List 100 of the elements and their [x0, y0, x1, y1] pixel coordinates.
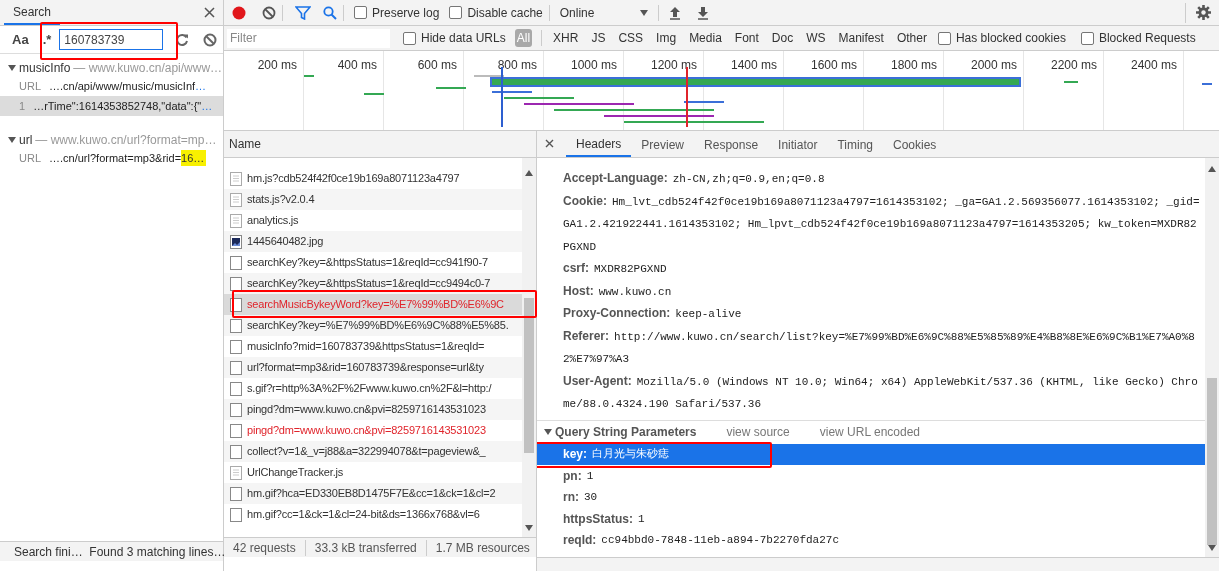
timeline-tick-label: 2200 ms — [1050, 57, 1097, 70]
query-param-row[interactable]: httpsStatus: 1 — [537, 508, 1205, 530]
preserve-log-checkbox[interactable] — [354, 6, 367, 19]
line-text: …rTime":1614353852748,"data":{" — [33, 98, 202, 114]
timeline-tick-label: 1400 ms — [730, 57, 777, 70]
document-icon — [230, 171, 242, 186]
clear-icon[interactable] — [203, 32, 218, 47]
scroll-down-icon[interactable] — [525, 525, 533, 531]
more-ellipsis[interactable]: … — [195, 77, 207, 95]
search-field[interactable]: 160783739 — [59, 29, 164, 50]
resource-type-filter[interactable]: Font — [732, 29, 761, 47]
request-row[interactable]: searchKey?key=%E7%99%BD%E6%9C%88%E5%85. — [224, 315, 522, 336]
resource-type-filter[interactable]: Media — [687, 29, 724, 47]
filter-icon[interactable] — [295, 5, 311, 20]
resource-type-filter[interactable]: XHR — [551, 29, 581, 47]
section-title[interactable]: Query String Parameters — [555, 423, 697, 441]
disable-cache-label[interactable]: Disable cache — [467, 3, 543, 22]
image-icon — [230, 234, 242, 249]
request-row[interactable]: searchKey?key=&httpsStatus=1&reqId=cc9494c0-7 — [224, 273, 522, 294]
timeline-tick-label: 2000 ms — [970, 57, 1017, 70]
throttling-dropdown[interactable]: Online — [555, 2, 652, 23]
scrollbar[interactable] — [1205, 158, 1219, 557]
line-text: ….cn/api/www/music/musicInf — [49, 78, 196, 94]
detail-tab[interactable]: Timing — [827, 132, 883, 157]
expand-arrow-icon[interactable] — [8, 64, 16, 72]
request-row[interactable]: collect?v=1&_v=j88&a=322994078&t=pageview&_ — [224, 441, 522, 462]
hide-data-urls-label[interactable]: Hide data URLs — [421, 29, 506, 47]
disable-cache-checkbox[interactable] — [449, 6, 463, 19]
refresh-icon[interactable] — [175, 32, 190, 47]
filter-field[interactable]: Filter — [227, 28, 390, 48]
clear-icon[interactable] — [262, 5, 276, 20]
preserve-log-label[interactable]: Preserve log — [372, 3, 440, 22]
file-icon — [230, 339, 242, 354]
scroll-up-icon[interactable] — [525, 170, 533, 176]
document-icon — [230, 192, 242, 207]
scrollbar[interactable] — [522, 158, 536, 537]
line-label: URL — [19, 150, 41, 166]
resource-type-filter[interactable]: WS — [804, 29, 828, 47]
search-result-line[interactable]: URL ….cn/url?format=mp3&rid=16… — [0, 148, 223, 168]
search-icon[interactable] — [323, 5, 337, 20]
summary-text: 33.3 kB transferred — [314, 539, 417, 557]
resource-type-filter[interactable]: Img — [654, 29, 679, 47]
file-icon — [230, 423, 242, 438]
result-file-name[interactable]: musicInfo — [19, 59, 71, 77]
regex-button[interactable]: .* — [42, 29, 52, 50]
blocked-requests-label[interactable]: Blocked Requests — [1098, 29, 1196, 47]
view-link[interactable]: view source — [726, 423, 790, 441]
match-case-button[interactable]: Aa — [12, 29, 29, 50]
has-blocked-cookies-checkbox[interactable] — [937, 31, 951, 45]
resource-type-filter[interactable]: Other — [894, 29, 929, 47]
match-highlight: 16… — [181, 149, 207, 167]
scroll-up-icon[interactable] — [1208, 166, 1216, 172]
resource-type-filter[interactable]: Doc — [769, 29, 796, 47]
close-icon[interactable] — [545, 139, 554, 148]
request-row[interactable]: hm.gif?hca=ED330EB8D1475F7E&cc=1&ck=1&cl=2 — [224, 483, 522, 504]
column-header[interactable]: Name — [224, 131, 536, 158]
timeline-tick-label: 200 ms — [257, 57, 297, 70]
request-row[interactable]: url?format=mp3&rid=160783739&response=url&ty — [224, 357, 522, 378]
file-icon — [230, 381, 242, 396]
search-result-line[interactable]: URL ….cn/api/www/music/musicInf… — [0, 76, 223, 96]
query-param-row[interactable]: pn: 1 — [537, 465, 1205, 487]
query-param-row[interactable]: reqId: cc94bbd0-7848-11eb-a894-7b2270fda27c — [537, 529, 1205, 551]
result-file-name[interactable]: url — [19, 131, 33, 149]
detail-tab[interactable]: Cookies — [883, 132, 947, 157]
resource-type-filter[interactable]: JS — [589, 29, 608, 47]
header-line: csrf: MXDR82PGXND — [562, 260, 668, 277]
header-line: Proxy-Connection: keep-alive — [562, 305, 743, 322]
blocked-requests-checkbox[interactable] — [1080, 31, 1094, 45]
header-line: User-Agent: Mozilla/5.0 (Windows NT 10.0; Win64; x64) AppleWebKit/537.36 (KHTML, like Gecko) Chrome/88.0.4324.190 Safari/537.36 — [562, 372, 1199, 412]
query-param-row[interactable]: key: 白月光与朱砂痣 — [537, 443, 1205, 465]
record-button[interactable] — [232, 5, 246, 20]
hide-data-urls-checkbox[interactable] — [403, 31, 416, 45]
file-icon — [230, 297, 242, 312]
close-icon[interactable] — [204, 7, 215, 18]
resource-type-filter[interactable]: Manifest — [836, 29, 886, 47]
summary-text: 1.7 MB resources — [435, 539, 530, 557]
export-icon[interactable] — [696, 5, 709, 20]
file-icon — [230, 486, 242, 501]
resource-type-filter[interactable]: CSS — [616, 29, 646, 47]
result-file-url: — www.kuwo.cn/url?format=mp… — [35, 132, 217, 149]
request-row[interactable]: 1445640482.jpg — [224, 231, 522, 252]
request-row[interactable]: pingd?dm=www.kuwo.cn&pvi=8259716143531023 — [224, 399, 522, 420]
view-link[interactable]: view URL encoded — [819, 423, 921, 441]
expand-arrow-icon[interactable] — [8, 136, 16, 144]
timeline-tick-label: 2400 ms — [1130, 57, 1177, 70]
detail-tab[interactable]: Response — [694, 132, 769, 157]
query-param-row[interactable]: rn: 30 — [537, 486, 1205, 508]
settings-icon[interactable] — [1196, 5, 1211, 20]
file-icon — [230, 276, 242, 291]
import-icon[interactable] — [668, 5, 681, 20]
header-line: Cookie: Hm_lvt_cdb524f42f0ce19b169a8071123a4797=1614353102; _ga=GA1.2.569356077.1614353102; _gid=GA1.2.421922441.1614353102; Hm_lpvt_cdb524f42f0ce19b169a8071123a4797=1614353205; kw_token=MXDR82PGXND — [562, 192, 1201, 255]
detail-tab[interactable]: Initiator — [768, 132, 828, 157]
request-row[interactable]: stats.js?v2.0.4 — [224, 189, 522, 210]
detail-tab[interactable]: Preview — [631, 132, 695, 157]
has-blocked-cookies-label[interactable]: Has blocked cookies — [955, 29, 1066, 47]
detail-tab[interactable]: Headers — [566, 132, 632, 157]
timeline-tick-label: 800 ms — [497, 57, 537, 70]
summary-text: 42 requests — [233, 539, 296, 557]
timeline-tick-label: 600 ms — [417, 57, 457, 70]
expand-arrow-icon[interactable] — [544, 428, 552, 436]
